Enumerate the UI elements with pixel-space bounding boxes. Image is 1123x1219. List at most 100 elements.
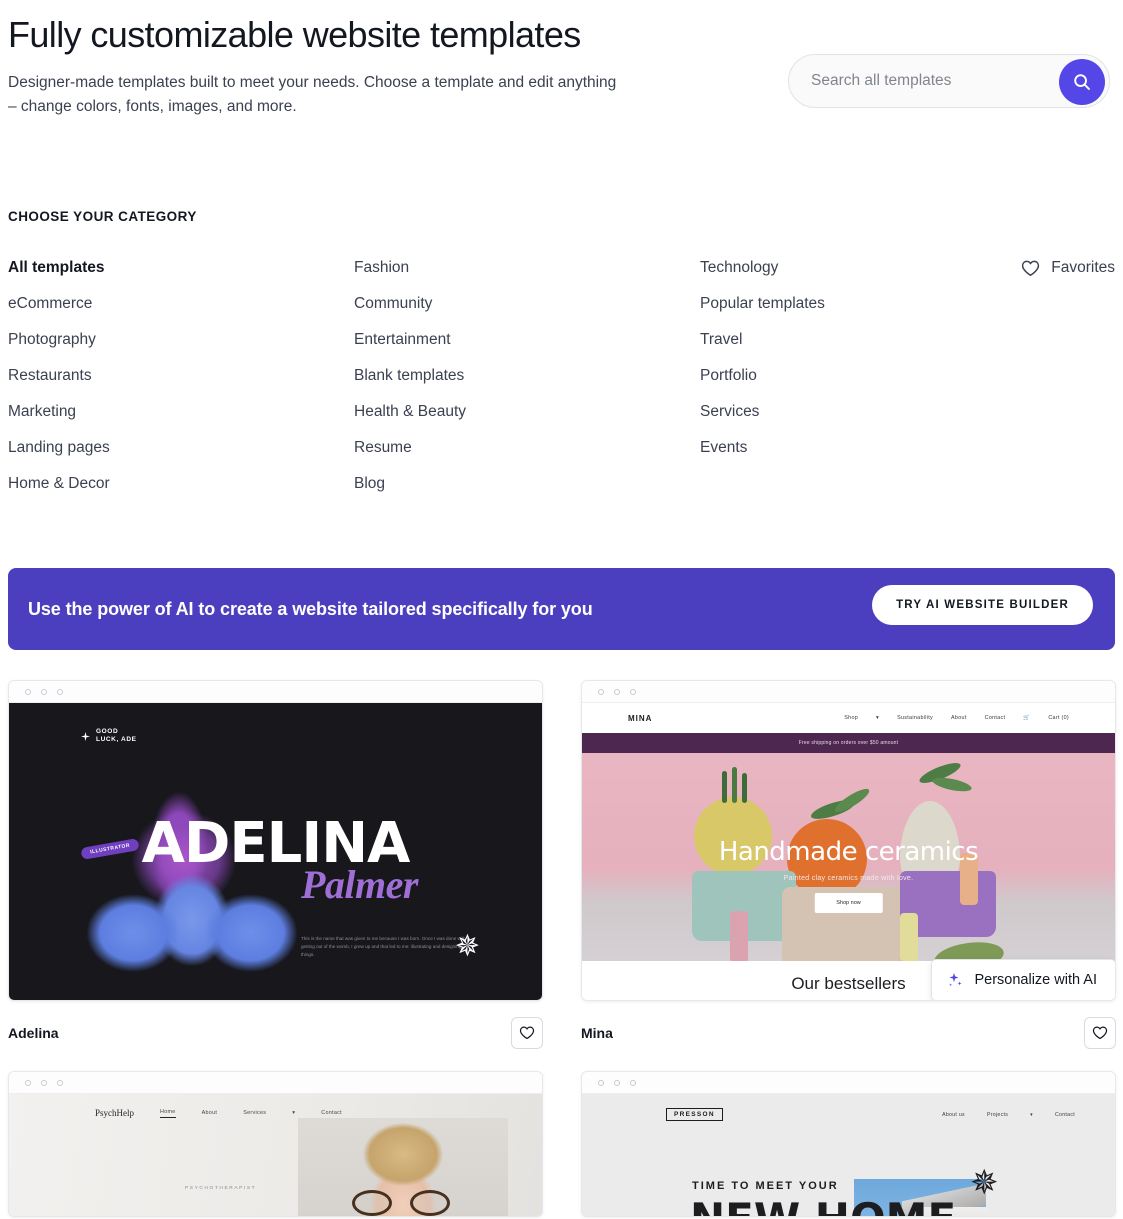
browser-chrome-bar (9, 681, 542, 704)
template-preview-mina[interactable]: MINA Shop ▾ Sustainability About Contact… (581, 680, 1116, 1002)
template-preview-ester[interactable]: PsychHelp Home About Services ▾ Contact (8, 1071, 543, 1218)
chevron-down-icon: ▾ (876, 715, 880, 722)
template-card-presson[interactable]: PRESSON About us Projects ▾ Contact ✵ TI… (581, 1071, 1116, 1218)
mina-nav-about: About (951, 715, 967, 722)
template-footer-adelina: Adelina (8, 1017, 543, 1050)
category-fashion[interactable]: Fashion (354, 250, 700, 286)
personalize-with-ai-chip[interactable]: Personalize with AI (931, 959, 1115, 1001)
browser-dot (25, 688, 31, 695)
category-technology[interactable]: Technology (700, 250, 1030, 286)
ester-preview: PsychHelp Home About Services ▾ Contact (9, 1094, 542, 1217)
try-ai-website-builder-button[interactable]: TRY AI WEBSITE BUILDER (872, 585, 1093, 626)
favorites-label: Favorites (1051, 259, 1115, 277)
category-popular-templates[interactable]: Popular templates (700, 286, 1030, 322)
template-card-ester[interactable]: PsychHelp Home About Services ▾ Contact (8, 1071, 543, 1218)
preview-body: PRESSON About us Projects ▾ Contact ✵ TI… (582, 1094, 1115, 1217)
adelina-logo: GOOD LUCK, ADE (81, 728, 137, 744)
mina-nav-shop: Shop (844, 715, 859, 722)
cart-icon: 🛒 (1023, 715, 1031, 722)
browser-dot (598, 688, 604, 695)
ester-navbar: PsychHelp Home About Services ▾ Contact (9, 1094, 542, 1118)
category-home-decor[interactable]: Home & Decor (8, 466, 354, 502)
adelina-paragraph: This is the name that was given to me be… (301, 936, 466, 958)
adelina-logo-text: GOOD LUCK, ADE (96, 728, 137, 744)
search-input[interactable] (789, 56, 1039, 106)
browser-dot (598, 1079, 604, 1086)
category-travel[interactable]: Travel (700, 322, 1030, 358)
mina-nav-contact: Contact (984, 715, 1006, 722)
adelina-star-icon: ✵ (454, 930, 480, 964)
presson-preview: PRESSON About us Projects ▾ Contact ✵ TI… (582, 1094, 1115, 1217)
category-services[interactable]: Services (700, 394, 1030, 430)
ester-nav-home: Home (160, 1109, 176, 1118)
browser-dot (25, 1079, 31, 1086)
category-events[interactable]: Events (700, 430, 1030, 466)
category-health-beauty[interactable]: Health & Beauty (354, 394, 700, 430)
leaf-large (932, 938, 1006, 962)
category-column-3: Technology Popular templates Travel Port… (700, 250, 1030, 502)
category-ecommerce[interactable]: eCommerce (8, 286, 354, 322)
page-title: Fully customizable website templates (8, 14, 581, 55)
presson-headline: NEW HOME (690, 1194, 956, 1216)
search-area (788, 54, 1110, 108)
mina-navbar: MINA Shop ▾ Sustainability About Contact… (582, 703, 1115, 734)
ester-nav-services: Services (243, 1110, 267, 1117)
browser-dot (57, 1079, 63, 1086)
category-marketing[interactable]: Marketing (8, 394, 354, 430)
favorite-button-adelina[interactable] (511, 1017, 543, 1050)
category-community[interactable]: Community (354, 286, 700, 322)
category-resume[interactable]: Resume (354, 430, 700, 466)
mina-nav-links: Shop ▾ Sustainability About Contact 🛒 Ca… (844, 715, 1069, 721)
leaf-stem (732, 767, 737, 804)
category-heading: CHOOSE YOUR CATEGORY (8, 209, 197, 225)
browser-dot (41, 1079, 47, 1086)
heart-icon (519, 1026, 535, 1040)
heart-icon (1022, 260, 1040, 276)
template-preview-presson[interactable]: PRESSON About us Projects ▾ Contact ✵ TI… (581, 1071, 1116, 1218)
preview-body: PsychHelp Home About Services ▾ Contact (9, 1094, 542, 1217)
category-column-2: Fashion Community Entertainment Blank te… (354, 250, 700, 502)
template-name: Mina (581, 1025, 613, 1042)
mina-preview: MINA Shop ▾ Sustainability About Contact… (582, 703, 1115, 1001)
template-footer-mina: Mina (581, 1017, 1116, 1050)
mina-shop-now-button: Shop now (814, 893, 883, 914)
ai-sparkle-icon (949, 973, 963, 987)
browser-dot (57, 688, 63, 695)
category-blog[interactable]: Blog (354, 466, 700, 502)
candle-pink (730, 911, 748, 962)
ester-headline: Ester S. (139, 1206, 267, 1216)
favorites-link[interactable]: Favorites (1021, 250, 1115, 286)
leaf-stem (722, 771, 727, 804)
favorite-button-mina[interactable] (1084, 1017, 1116, 1050)
ai-promo-banner: Use the power of AI to create a website … (8, 568, 1115, 651)
mina-subhead: Painted clay ceramics made with love. (783, 875, 914, 883)
presson-nav-about-us: About us (942, 1111, 965, 1118)
template-card-mina[interactable]: MINA Shop ▾ Sustainability About Contact… (581, 680, 1116, 1050)
search-box[interactable] (788, 54, 1110, 108)
glasses-icon (352, 1190, 456, 1217)
personalize-with-ai-label: Personalize with AI (974, 972, 1097, 989)
category-entertainment[interactable]: Entertainment (354, 322, 700, 358)
category-all-templates[interactable]: All templates (8, 250, 354, 286)
candle-yellow (900, 913, 918, 962)
presson-burst-icon: ✵ (970, 1164, 999, 1203)
category-blank-templates[interactable]: Blank templates (354, 358, 700, 394)
presson-logo: PRESSON (666, 1108, 723, 1122)
category-landing-pages[interactable]: Landing pages (8, 430, 354, 466)
category-photography[interactable]: Photography (8, 322, 354, 358)
template-grid: GOOD LUCK, ADE ILLUSTRATOR ADELINA Palme… (8, 680, 1116, 1218)
template-preview-adelina[interactable]: GOOD LUCK, ADE ILLUSTRATOR ADELINA Palme… (8, 680, 543, 1002)
mina-headline: Handmade ceramics (718, 837, 979, 868)
preview-body: GOOD LUCK, ADE ILLUSTRATOR ADELINA Palme… (9, 703, 542, 1001)
presson-nav-links: About us Projects ▾ Contact (942, 1112, 1075, 1118)
browser-dot (41, 688, 47, 695)
category-restaurants[interactable]: Restaurants (8, 358, 354, 394)
browser-chrome-bar (9, 1072, 542, 1095)
template-card-adelina[interactable]: GOOD LUCK, ADE ILLUSTRATOR ADELINA Palme… (8, 680, 543, 1050)
category-grid: All templates eCommerce Photography Rest… (8, 250, 1115, 502)
browser-chrome-bar (582, 1072, 1115, 1095)
category-portfolio[interactable]: Portfolio (700, 358, 1030, 394)
search-button[interactable] (1059, 59, 1105, 105)
mina-shipping-strip: Free shipping on orders over $50 amount (582, 733, 1115, 754)
mina-logo: MINA (628, 713, 653, 723)
